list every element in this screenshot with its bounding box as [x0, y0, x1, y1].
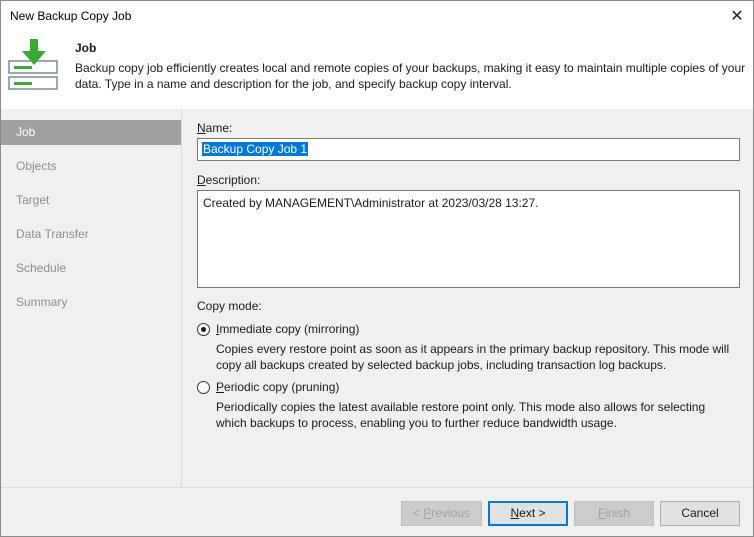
window-title: New Backup Copy Job — [10, 9, 132, 23]
dialog-window: New Backup Copy Job ✕ Job Backup copy jo… — [0, 0, 754, 537]
job-name-input[interactable]: Backup Copy Job 1 — [197, 138, 740, 161]
step-job[interactable]: Job — [1, 120, 181, 145]
job-description-textarea[interactable]: Created by MANAGEMENT\Administrator at 2… — [197, 190, 740, 288]
previous-button[interactable]: < Previous — [401, 501, 482, 526]
cancel-button[interactable]: Cancel — [660, 501, 740, 526]
header-title: Job — [75, 41, 97, 55]
copy-mode-label: Copy mode: — [197, 299, 262, 313]
periodic-copy-radio[interactable]: Periodic copy (pruning) — [197, 380, 339, 394]
next-button[interactable]: Next > — [488, 501, 568, 526]
finish-button[interactable]: Finish — [574, 501, 654, 526]
step-label: Target — [16, 193, 50, 207]
close-icon: ✕ — [730, 8, 744, 25]
wizard-header: Job Backup copy job efficiently creates … — [1, 31, 753, 109]
close-button[interactable]: ✕ — [721, 1, 753, 31]
step-label: Schedule — [16, 261, 67, 275]
job-description-value: Created by MANAGEMENT\Administrator at 2… — [203, 196, 539, 210]
name-label: Name: — [197, 121, 233, 135]
description-label: Description: — [197, 173, 261, 187]
wizard-footer: < Previous Next > Finish Cancel — [1, 487, 753, 536]
step-label: Objects — [16, 159, 57, 173]
radio-checked-icon — [197, 322, 210, 336]
backup-copy-icon — [8, 39, 58, 90]
immediate-copy-label: Immediate copy (mirroring) — [216, 322, 360, 336]
periodic-copy-description: Periodically copies the latest available… — [216, 400, 706, 430]
step-objects[interactable]: Objects — [1, 154, 181, 179]
step-label: Job — [16, 125, 36, 139]
immediate-copy-radio[interactable]: Immediate copy (mirroring) — [197, 322, 359, 336]
header-description: Backup copy job efficiently creates loca… — [75, 61, 746, 91]
immediate-copy-description: Copies every restore point as soon as it… — [216, 342, 730, 372]
step-target[interactable]: Target — [1, 188, 181, 213]
step-data-transfer[interactable]: Data Transfer — [1, 222, 181, 247]
job-settings-panel: Name: Backup Copy Job 1 Description: Cre… — [181, 109, 753, 487]
step-summary[interactable]: Summary — [1, 290, 181, 315]
step-label: Summary — [16, 295, 68, 309]
step-schedule[interactable]: Schedule — [1, 256, 181, 281]
title-bar: New Backup Copy Job ✕ — [1, 1, 753, 31]
wizard-steps-sidebar: Job Objects Target Data Transfer Schedul… — [1, 109, 181, 487]
step-label: Data Transfer — [16, 227, 89, 241]
periodic-copy-label: Periodic copy (pruning) — [216, 380, 340, 394]
job-name-value: Backup Copy Job 1 — [202, 142, 309, 156]
radio-unchecked-icon — [197, 380, 210, 394]
